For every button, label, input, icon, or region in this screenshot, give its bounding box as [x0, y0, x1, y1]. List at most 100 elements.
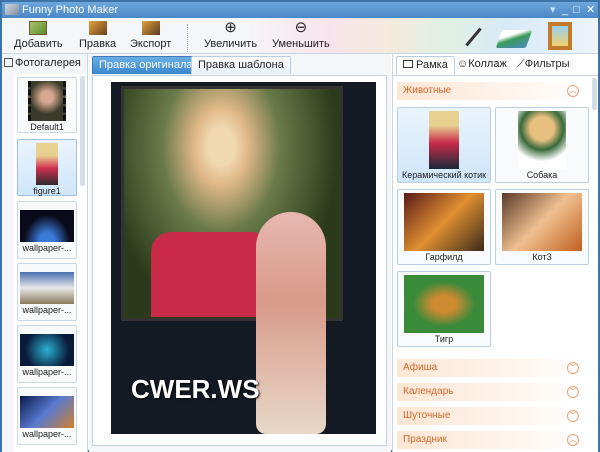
tab-frame-label: Рамка [416, 59, 448, 71]
app-window: Funny Photo Maker ▾ _ □ ✕ Добавить Правк… [0, 0, 600, 452]
category-label: Животные [403, 85, 452, 96]
tab-filters[interactable]: ⟋Фильтры [511, 56, 576, 74]
window-title: Funny Photo Maker [22, 4, 118, 16]
category-calendar[interactable]: Календарь ﹀ [397, 383, 585, 401]
template-label: Тигр [434, 334, 454, 344]
smiley-icon: ☺ [457, 58, 469, 70]
export-photo-icon [141, 21, 160, 35]
minimize-button[interactable]: _ [562, 2, 568, 18]
tab-collage[interactable]: ☺Коллаж [451, 56, 513, 74]
chevron-down-icon[interactable]: ﹀ [567, 386, 579, 398]
editor-panel: Правка оригинала Правка шаблона CWER.WS [89, 54, 391, 452]
picture-frame-icon [548, 22, 572, 50]
gallery-item[interactable]: wallpaper-... [17, 263, 77, 321]
templates-scrollbar[interactable] [592, 78, 597, 110]
thumbnail-label: wallpaper-... [22, 367, 72, 377]
template-thumbnail [429, 111, 459, 169]
tab-frame[interactable]: Рамка [396, 56, 455, 74]
menu-dropdown-icon[interactable]: ▾ [550, 2, 556, 18]
thumbnail-label: figure1 [33, 186, 61, 196]
template-item[interactable]: Тигр [397, 271, 491, 347]
template-thumbnail [502, 193, 582, 251]
edit-photo-icon [88, 21, 107, 35]
chevron-up-icon[interactable]: ︿ [567, 434, 579, 446]
category-posters[interactable]: Афиша ﹀ [397, 359, 585, 377]
category-holiday[interactable]: Праздник ︿ [397, 431, 585, 449]
templates-panel: Рамка ☺Коллаж ⟋Фильтры Животные ︿ Керамич… [392, 54, 598, 452]
template-item-selected[interactable]: Керамический котик [397, 107, 491, 183]
thumbnail-image [20, 334, 74, 366]
add-photo-icon [29, 21, 48, 35]
thumbnail-image [36, 143, 58, 185]
wand-icon: ⟋ [517, 58, 525, 70]
category-label: Афиша [403, 362, 438, 373]
template-label: Кот3 [532, 252, 552, 262]
canvas-area: CWER.WS [92, 75, 387, 446]
frame-icon [403, 60, 413, 68]
template-thumbnail [518, 111, 566, 169]
magic-wand-icon [465, 27, 482, 47]
thumbnail-label: Default1 [30, 122, 64, 132]
gallery-icon [4, 58, 13, 67]
gallery-item[interactable]: wallpaper-... [17, 201, 77, 259]
toolbar: Добавить Правка Экспорт ⊕ Увеличить ⊖ Умен… [2, 18, 598, 54]
edit-button[interactable]: Правка [79, 20, 116, 50]
zoom-in-button[interactable]: ⊕ Увеличить [204, 20, 257, 50]
thumbnail-image [28, 81, 66, 121]
thumbnail-label: wallpaper-... [22, 429, 72, 439]
red-top [151, 232, 271, 317]
gallery-item[interactable]: Default1 [17, 77, 77, 133]
category-jokes[interactable]: Шуточные ﹀ [397, 407, 585, 425]
edited-photo[interactable]: CWER.WS [111, 82, 376, 434]
app-icon [5, 4, 19, 15]
ceramic-cat [256, 212, 326, 434]
chevron-up-icon[interactable]: ︿ [567, 85, 579, 97]
gallery-item[interactable]: wallpaper-... [17, 325, 77, 383]
gallery-item-selected[interactable]: figure1 [17, 139, 77, 196]
zoom-out-label: Уменьшить [272, 38, 330, 50]
template-item[interactable]: Собака [495, 107, 589, 183]
zoom-out-button[interactable]: ⊖ Уменьшить [272, 20, 330, 50]
add-label: Добавить [14, 38, 63, 50]
title-bar: Funny Photo Maker ▾ _ □ ✕ [2, 2, 598, 18]
maximize-button[interactable]: □ [573, 2, 580, 18]
tab-collage-label: Коллаж [468, 58, 507, 70]
gallery-panel: Фотогалерея Default1 figure1 wallpaper-.… [2, 54, 88, 452]
export-label: Экспорт [130, 38, 172, 50]
template-label: Гарфилд [425, 252, 463, 262]
watermark: CWER.WS [131, 374, 260, 404]
thumbnail-image [20, 210, 74, 242]
gallery-scrollbar[interactable] [80, 76, 85, 186]
gallery-item[interactable]: wallpaper-... [17, 387, 77, 445]
zoom-in-label: Увеличить [204, 38, 258, 50]
zoom-out-icon: ⊖ [294, 19, 308, 36]
thumbnail-label: wallpaper-... [22, 243, 72, 253]
edit-label: Правка [79, 38, 117, 50]
template-item[interactable]: Гарфилд [397, 189, 491, 265]
toolbar-separator [187, 24, 188, 52]
thumbnail-image [20, 272, 74, 304]
thumbnail-label: wallpaper-... [22, 305, 72, 315]
tab-filters-label: Фильтры [524, 58, 570, 70]
add-button[interactable]: Добавить [14, 20, 63, 50]
gallery-header: Фотогалерея [4, 54, 81, 73]
tab-edit-original[interactable]: Правка оригинала [92, 56, 200, 74]
template-label: Собака [526, 170, 558, 180]
templates-list: Животные ︿ Керамический котик Собака Гарф… [393, 75, 598, 452]
chevron-down-icon[interactable]: ﹀ [567, 410, 579, 422]
thumbnail-image [20, 396, 74, 428]
template-thumbnail [404, 275, 484, 333]
close-button[interactable]: ✕ [586, 2, 595, 18]
category-label: Праздник [403, 434, 447, 445]
gallery-list: Default1 figure1 wallpaper-... wallpaper… [14, 74, 87, 452]
category-label: Шуточные [403, 410, 451, 421]
gallery-title: Фотогалерея [15, 57, 81, 69]
category-animals[interactable]: Животные ︿ [397, 82, 585, 100]
tab-edit-template[interactable]: Правка шаблона [191, 56, 291, 74]
landscape-icon [495, 30, 533, 48]
template-thumbnail [404, 193, 484, 251]
template-item[interactable]: Кот3 [495, 189, 589, 265]
chevron-down-icon[interactable]: ﹀ [567, 362, 579, 374]
template-label: Керамический котик [401, 170, 487, 180]
export-button[interactable]: Экспорт [130, 20, 171, 50]
